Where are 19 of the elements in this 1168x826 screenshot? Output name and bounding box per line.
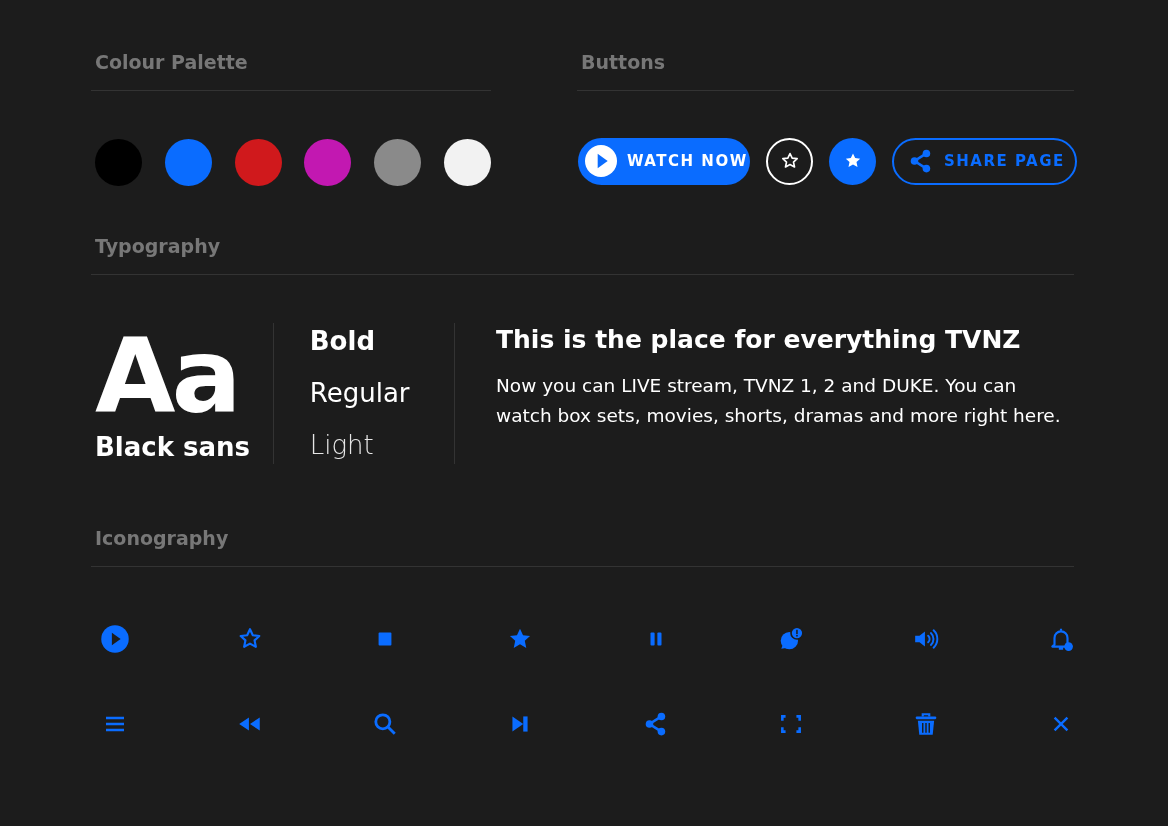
type-specimen: Aa bbox=[95, 326, 238, 418]
favourite-button[interactable] bbox=[766, 137, 813, 185]
star-outline-icon bbox=[779, 151, 800, 171]
section-title: Buttons bbox=[580, 50, 667, 75]
section-title: Colour Palette bbox=[94, 50, 249, 75]
section-title: Iconography bbox=[94, 526, 230, 551]
favourite-button[interactable] bbox=[829, 137, 876, 185]
font-weight-label: Regular bbox=[309, 377, 410, 410]
speaker-icon bbox=[912, 626, 939, 652]
sample-paragraph: Now you can LIVE stream, TVNZ 1, 2 and DUKE. You can watch box sets, movies, shorts, dramas and more right here. bbox=[496, 374, 1062, 428]
share-page-button[interactable]: SHARE PAGE bbox=[892, 137, 1077, 185]
bell-icon bbox=[1048, 626, 1074, 652]
watch-now-button[interactable]: WATCH NOW bbox=[578, 137, 750, 185]
font-weight-label: Light bbox=[309, 429, 374, 462]
font-name: Black sans bbox=[95, 432, 251, 462]
sample-heading: This is the place for everything TVNZ bbox=[496, 325, 1021, 354]
font-weight-label: Bold bbox=[309, 325, 375, 358]
section-title: Typography bbox=[94, 234, 222, 259]
play-icon bbox=[585, 145, 617, 177]
